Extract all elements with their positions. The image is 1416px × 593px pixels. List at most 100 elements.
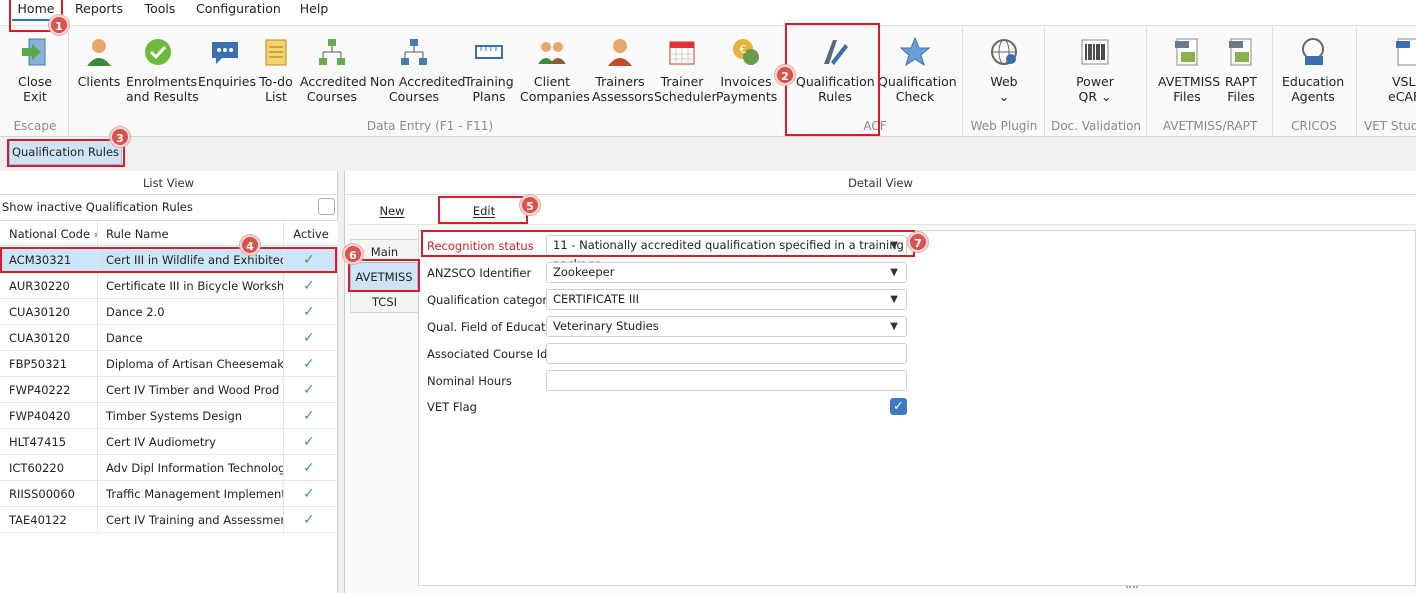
checkmark-icon: ✓ bbox=[303, 408, 315, 424]
table-row[interactable]: CUA30120 Dance ✓ bbox=[0, 325, 336, 351]
ribbon: Close Exit Clients Enrolments and Results … bbox=[0, 25, 1416, 137]
non-accredited-courses-button[interactable]: Non Accredited Courses bbox=[370, 36, 465, 122]
table-row[interactable]: AUR30220 Certificate III in Bicycle Works… bbox=[0, 273, 336, 299]
rule-name-cell: Cert IV Training and Assessment bbox=[99, 507, 284, 533]
step-badge-4: 4 bbox=[240, 235, 260, 255]
table-row[interactable]: FWP40222Cert IV Timber and Wood Prod Ope… bbox=[0, 377, 336, 403]
enquiries-button[interactable]: Enquiries bbox=[198, 36, 256, 122]
highlight-qualification-rules-tab bbox=[7, 139, 125, 167]
table-row[interactable]: RIISS00060Traffic Management Implementer… bbox=[0, 481, 336, 507]
checkmark-icon: ✓ bbox=[303, 278, 315, 294]
step-badge-2: 2 bbox=[775, 65, 795, 85]
star-icon bbox=[899, 36, 931, 67]
training-plans-button[interactable]: Training Plans bbox=[462, 36, 516, 122]
national-code-cell: TAE40122 bbox=[2, 507, 98, 533]
qualification-category-select[interactable]: CERTIFICATE III ▼ bbox=[546, 289, 907, 310]
sort-asc-icon: ≟ bbox=[94, 230, 97, 241]
list-header: National Code ≟ Rule Name Active bbox=[0, 220, 338, 247]
column-active[interactable]: Active bbox=[285, 221, 337, 247]
ruler-icon bbox=[475, 45, 503, 59]
group-separator bbox=[1146, 26, 1147, 136]
vsl-ecaf-button[interactable]: VSLeCAF bbox=[1382, 36, 1416, 122]
national-code-cell: ICT60220 bbox=[2, 455, 98, 481]
menu-configuration[interactable]: Configuration bbox=[196, 0, 281, 22]
group-label-cricos: CRICOS bbox=[1291, 119, 1337, 133]
chevron-down-icon: ▼ bbox=[890, 267, 898, 278]
group-separator bbox=[1044, 26, 1045, 136]
active-cell: ✓ bbox=[285, 325, 337, 351]
checkmark-icon: ✓ bbox=[303, 382, 315, 398]
anzsco-label: ANZSCO Identifier bbox=[427, 266, 532, 280]
rule-name-cell: Dance 2.0 bbox=[99, 299, 284, 325]
table-row[interactable]: FBP50321 Diploma of Artisan Cheesemaking ✓ bbox=[0, 351, 336, 377]
checkmark-icon: ✓ bbox=[303, 486, 315, 502]
national-code-cell: RIISS00060 bbox=[2, 481, 98, 507]
csv-file-icon bbox=[1396, 38, 1416, 66]
menu-bar: Home Reports Tools Configuration Help bbox=[0, 0, 1416, 25]
close-exit-button[interactable]: Close Exit bbox=[10, 36, 60, 122]
course-id-input[interactable] bbox=[546, 343, 907, 364]
clients-button[interactable]: Clients bbox=[76, 36, 122, 122]
enrolments-button[interactable]: Enrolments and Results bbox=[126, 36, 199, 122]
globe-icon bbox=[991, 39, 1017, 65]
accredited-courses-button[interactable]: Accredited Courses bbox=[300, 36, 367, 122]
exit-door-icon bbox=[22, 38, 46, 66]
vet-flag-checkbox[interactable]: ✓ bbox=[890, 398, 907, 415]
checkmark-icon: ✓ bbox=[303, 460, 315, 476]
trainers-assessors-button[interactable]: Trainers Assessors bbox=[592, 36, 654, 122]
table-row[interactable]: TAE40122 Cert IV Training and Assessment ✓ bbox=[0, 507, 336, 533]
client-companies-button[interactable]: Client Companies bbox=[520, 36, 590, 122]
checkmark-icon: ✓ bbox=[303, 304, 315, 320]
power-qr-button[interactable]: Power QR ⌄ bbox=[1066, 36, 1124, 122]
menu-help[interactable]: Help bbox=[296, 0, 332, 22]
group-icon bbox=[538, 42, 566, 64]
table-row[interactable]: CUA30120 Dance 2.0 ✓ bbox=[0, 299, 336, 325]
qualification-check-button[interactable]: Qualification Check bbox=[878, 36, 957, 122]
new-button[interactable]: New bbox=[349, 199, 435, 223]
menu-reports[interactable]: Reports bbox=[72, 0, 126, 22]
avetmiss-files-button[interactable]: AVETMISS Files bbox=[1158, 36, 1220, 122]
nominal-hours-input[interactable] bbox=[546, 370, 907, 391]
field-of-education-label: Qual. Field of Education bbox=[427, 320, 564, 334]
course-id-label: Associated Course Id bbox=[427, 347, 548, 361]
table-row[interactable]: FWP40420 Timber Systems Design ✓ bbox=[0, 403, 336, 429]
checkmark-icon: ✓ bbox=[303, 512, 315, 528]
resize-grip[interactable] bbox=[1126, 586, 1138, 592]
table-row[interactable]: HLT47415 Cert IV Audiometry ✓ bbox=[0, 429, 336, 455]
checkmark-circle-icon bbox=[145, 39, 171, 65]
education-agents-button[interactable]: Education Agents bbox=[1282, 36, 1344, 122]
group-separator bbox=[1272, 26, 1273, 136]
menu-tools[interactable]: Tools bbox=[140, 0, 180, 22]
avetmiss-form bbox=[418, 230, 1416, 586]
hierarchy-blue-icon bbox=[401, 39, 427, 65]
person-icon bbox=[87, 39, 111, 66]
highlight-recognition-status bbox=[421, 230, 915, 257]
rule-name-cell: Traffic Management Implementer Skill Set bbox=[99, 481, 284, 507]
step-badge-1: 1 bbox=[49, 15, 69, 35]
abc-globe-icon bbox=[1302, 38, 1324, 65]
active-cell: ✓ bbox=[285, 403, 337, 429]
trainer-scheduler-button[interactable]: Trainer Scheduler bbox=[654, 36, 717, 122]
table-row[interactable]: ICT60220 Adv Dipl Information Technology ✓ bbox=[0, 455, 336, 481]
invoices-payments-button[interactable]: € Invoices Payments bbox=[716, 36, 777, 122]
column-national-code[interactable]: National Code ≟ bbox=[2, 221, 98, 247]
list-view-title: List View bbox=[0, 171, 337, 195]
rule-name-cell: Timber Systems Design bbox=[99, 403, 284, 429]
rule-name-cell: Cert IV Audiometry bbox=[99, 429, 284, 455]
checkmark-icon: ✓ bbox=[303, 356, 315, 372]
anzsco-select[interactable]: Zookeeper ▼ bbox=[546, 262, 907, 283]
rapt-files-button[interactable]: RAPT Files bbox=[1218, 36, 1264, 122]
web-plugin-button[interactable]: Web ⌄ bbox=[978, 36, 1030, 122]
svg-text:€: € bbox=[740, 43, 747, 56]
field-of-education-select[interactable]: Veterinary Studies ▼ bbox=[546, 316, 907, 337]
show-inactive-checkbox[interactable] bbox=[318, 198, 335, 215]
chevron-down-icon: ▼ bbox=[890, 321, 898, 332]
highlight-avetmiss-tab bbox=[348, 259, 420, 292]
rule-name-cell: Diploma of Artisan Cheesemaking bbox=[99, 351, 284, 377]
national-code-cell: HLT47415 bbox=[2, 429, 98, 455]
national-code-cell: CUA30120 bbox=[2, 299, 98, 325]
active-cell: ✓ bbox=[285, 299, 337, 325]
side-tab-tcsi[interactable]: TCSI bbox=[350, 289, 418, 313]
todo-list-button[interactable]: To-do List bbox=[256, 36, 296, 122]
active-cell: ✓ bbox=[285, 481, 337, 507]
